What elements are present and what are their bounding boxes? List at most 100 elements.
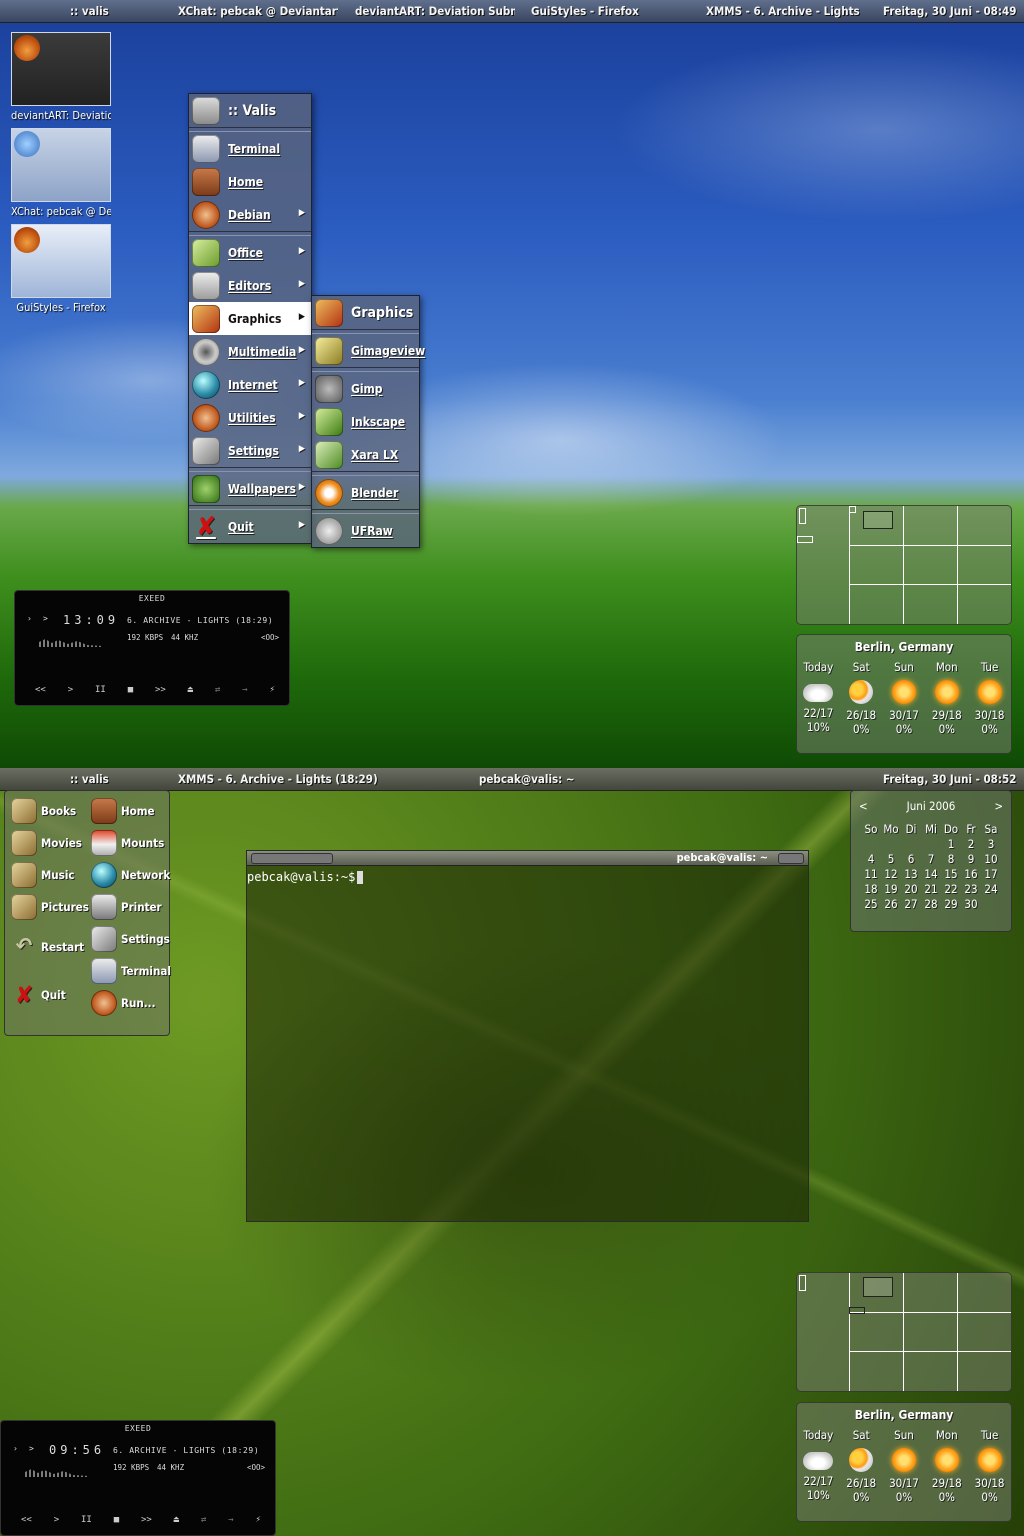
play-button[interactable]: > [68, 685, 73, 695]
calendar-day[interactable]: 20 [901, 881, 921, 896]
calendar-day[interactable]: 24 [981, 881, 1001, 896]
calendar-day[interactable]: 13 [901, 866, 921, 881]
xmms-mode[interactable]: <OO> [261, 633, 279, 642]
launcher-pictures[interactable]: Pictures [11, 893, 89, 921]
calendar-day[interactable]: 27 [901, 896, 921, 911]
desktop-name[interactable]: :: valis [70, 772, 160, 786]
calendar-day[interactable] [981, 896, 1001, 911]
submenu-item-xara[interactable]: Xara LX [312, 438, 419, 471]
calendar-day[interactable]: 17 [981, 866, 1001, 881]
calendar-day[interactable]: 10 [981, 851, 1001, 866]
submenu-item-gimp[interactable]: Gimp [312, 372, 419, 405]
calendar-day[interactable]: 5 [881, 851, 901, 866]
calendar-next-button[interactable]: > [994, 799, 1003, 813]
submenu-item-blender[interactable]: Blender [312, 476, 419, 509]
menu-item-office[interactable]: Office ▶ [189, 236, 311, 269]
eject-button[interactable]: ⏏ [174, 1515, 179, 1525]
launcher-run[interactable]: Run... [91, 989, 156, 1017]
calendar-day[interactable]: 15 [941, 866, 961, 881]
launcher-quit[interactable]: ✘ Quit [11, 981, 66, 1009]
launcher-movies[interactable]: Movies [11, 829, 82, 857]
menu-item-quit[interactable]: ✘ Quit ▶ [189, 510, 311, 543]
launcher-printer[interactable]: Printer [91, 893, 162, 921]
launcher-home[interactable]: Home [91, 797, 155, 825]
calendar-day[interactable] [881, 836, 901, 851]
submenu-item-ufraw[interactable]: UFRaw [312, 514, 419, 547]
calendar-day[interactable]: 23 [961, 881, 981, 896]
calendar-day[interactable] [921, 836, 941, 851]
calendar-day[interactable]: 28 [921, 896, 941, 911]
calendar-day[interactable]: 18 [861, 881, 881, 896]
menu-item-settings[interactable]: Settings ▶ [189, 434, 311, 467]
close-button[interactable] [778, 853, 804, 864]
calendar-day[interactable]: 6 [901, 851, 921, 866]
task-xmms[interactable]: XMMS - 6. Archive - Lights (18:29) [178, 772, 378, 786]
calendar-day[interactable]: 3 [981, 836, 1001, 851]
calendar-day[interactable]: 30 [961, 896, 981, 911]
calendar-day[interactable]: 11 [861, 866, 881, 881]
calendar-day[interactable]: 16 [961, 866, 981, 881]
lightning-icon[interactable]: ⚡ [270, 685, 275, 695]
desktop-pager[interactable] [796, 505, 1012, 625]
task-xmms[interactable]: XMMS - 6. Archive - Lights (18: [706, 4, 862, 18]
window-thumbnail[interactable]: XChat: pebcak @ Devi [11, 128, 111, 218]
terminal-content[interactable]: pebcak@valis:~$ [247, 870, 808, 884]
previous-button[interactable]: << [35, 685, 46, 695]
calendar-day[interactable]: 19 [881, 881, 901, 896]
calendar-day[interactable]: 9 [961, 851, 981, 866]
launcher-restart[interactable]: ↶ Restart [11, 933, 84, 961]
task-firefox[interactable]: GuiStyles - Firefox [531, 4, 681, 18]
next-button[interactable]: >> [141, 1515, 152, 1525]
repeat-icon[interactable]: → [228, 1515, 233, 1525]
menu-item-wallpapers[interactable]: Wallpapers ▶ [189, 472, 311, 505]
task-deviantart[interactable]: deviantART: Deviation Submissi [355, 4, 515, 18]
launcher-mounts[interactable]: Mounts [91, 829, 164, 857]
xmms-mode[interactable]: <OO> [247, 1463, 265, 1472]
previous-button[interactable]: << [21, 1515, 32, 1525]
eject-button[interactable]: ⏏ [188, 685, 193, 695]
calendar-day[interactable]: 29 [941, 896, 961, 911]
menu-item-terminal[interactable]: Terminal [189, 132, 311, 165]
calendar-prev-button[interactable]: < [859, 799, 868, 813]
stop-button[interactable]: ■ [114, 1515, 119, 1525]
menu-item-utilities[interactable]: Utilities ▶ [189, 401, 311, 434]
pause-button[interactable]: II [81, 1515, 92, 1525]
terminal-window[interactable]: pebcak@valis: ~ pebcak@valis:~$ [246, 850, 809, 1222]
desktop-name[interactable]: :: valis [70, 4, 160, 18]
task-xchat[interactable]: XChat: pebcak @ Deviantart / # [178, 4, 338, 18]
launcher-books[interactable]: Books [11, 797, 76, 825]
titlebar-left-button[interactable] [251, 853, 333, 864]
launcher-terminal[interactable]: Terminal [91, 957, 171, 985]
desktop-pager[interactable] [796, 1272, 1012, 1392]
shuffle-icon[interactable]: ⇄ [201, 1515, 206, 1525]
menu-item-multimedia[interactable]: Multimedia ▶ [189, 335, 311, 368]
calendar-day[interactable]: 26 [881, 896, 901, 911]
menu-item-internet[interactable]: Internet ▶ [189, 368, 311, 401]
calendar-day[interactable]: 22 [941, 881, 961, 896]
window-thumbnail[interactable]: GuiStyles - Firefox [11, 224, 111, 314]
launcher-music[interactable]: Music [11, 861, 75, 889]
stop-button[interactable]: ■ [128, 685, 133, 695]
submenu-item-gimageview[interactable]: Gimageview [312, 334, 425, 367]
calendar-day[interactable]: 2 [961, 836, 981, 851]
menu-item-debian[interactable]: Debian ▶ [189, 198, 311, 231]
menu-item-graphics[interactable]: Graphics ▶ [189, 302, 311, 335]
calendar-day[interactable]: 12 [881, 866, 901, 881]
pause-button[interactable]: II [95, 685, 106, 695]
launcher-settings[interactable]: Settings [91, 925, 170, 953]
lightning-icon[interactable]: ⚡ [256, 1515, 261, 1525]
shuffle-icon[interactable]: ⇄ [215, 685, 220, 695]
repeat-icon[interactable]: → [242, 685, 247, 695]
menu-item-home[interactable]: Home [189, 165, 311, 198]
menu-item-editors[interactable]: Editors ▶ [189, 269, 311, 302]
calendar-day[interactable]: 21 [921, 881, 941, 896]
submenu-item-inkscape[interactable]: Inkscape [312, 405, 419, 438]
calendar-day[interactable] [861, 836, 881, 851]
calendar-day[interactable]: 7 [921, 851, 941, 866]
calendar-day[interactable]: 1 [941, 836, 961, 851]
terminal-titlebar[interactable]: pebcak@valis: ~ [247, 851, 808, 866]
launcher-network[interactable]: Network [91, 861, 170, 889]
calendar-day[interactable] [901, 836, 921, 851]
calendar-day[interactable]: 8 [941, 851, 961, 866]
task-terminal[interactable]: pebcak@valis: ~ [479, 772, 599, 786]
